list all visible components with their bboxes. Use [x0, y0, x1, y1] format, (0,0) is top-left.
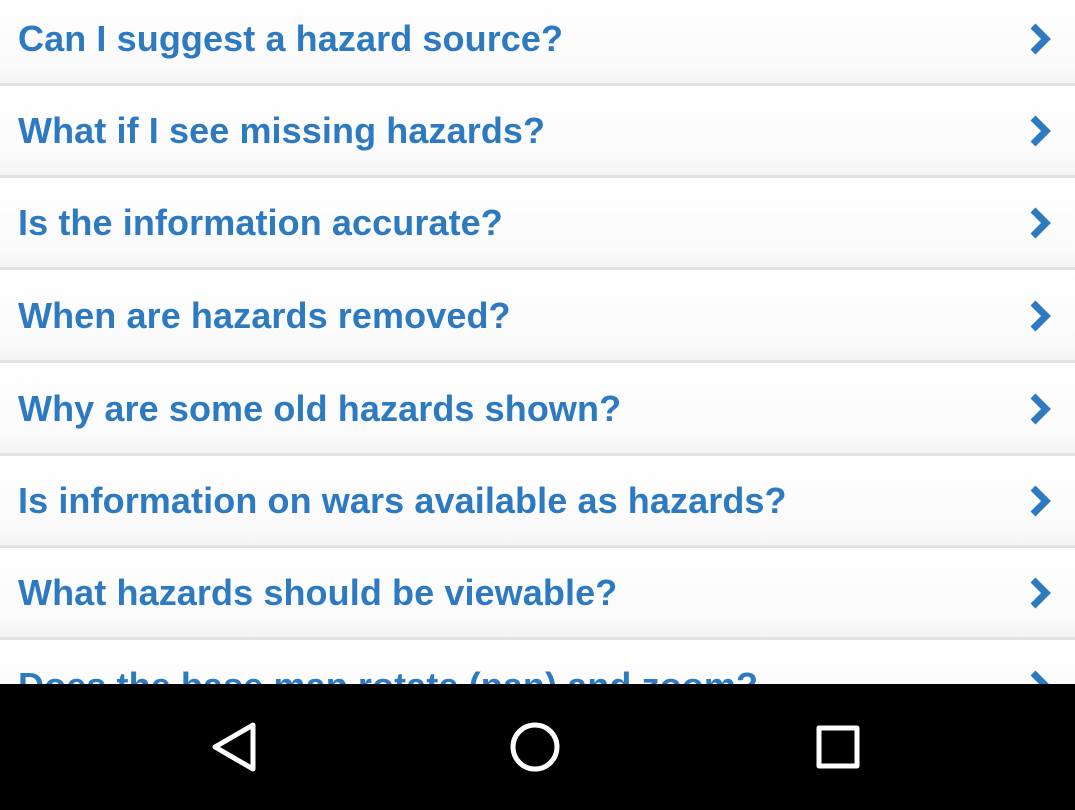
chevron-right-icon	[1025, 298, 1055, 334]
chevron-right-icon	[1025, 668, 1055, 684]
faq-item-old-hazards-shown[interactable]: Why are some old hazards shown?	[0, 364, 1075, 456]
faq-item-base-map-rotate-zoom[interactable]: Does the base map rotate (pan) and zoom?	[0, 641, 1075, 684]
faq-item-information-accurate[interactable]: Is the information accurate?	[0, 178, 1075, 270]
chevron-right-icon	[1025, 21, 1055, 57]
app-screen: Can I suggest a hazard source? What if I…	[0, 0, 1075, 810]
home-circle-icon[interactable]	[505, 717, 565, 777]
faq-item-label: Can I suggest a hazard source?	[18, 17, 564, 59]
chevron-right-icon	[1025, 483, 1055, 519]
faq-item-wars-as-hazards[interactable]: Is information on wars available as haza…	[0, 456, 1075, 548]
faq-item-label: Is the information accurate?	[18, 201, 503, 243]
recents-square-icon[interactable]	[808, 717, 868, 777]
system-navigation-bar	[0, 684, 1075, 810]
chevron-right-icon	[1025, 205, 1055, 241]
faq-item-label: Is information on wars available as haza…	[18, 479, 787, 521]
faq-item-label: Does the base map rotate (pan) and zoom?	[18, 665, 758, 685]
faq-item-label: What hazards should be viewable?	[18, 571, 618, 613]
chevron-right-icon	[1025, 391, 1055, 427]
faq-item-viewable-hazards[interactable]: What hazards should be viewable?	[0, 548, 1075, 640]
chevron-right-icon	[1025, 575, 1055, 611]
faq-item-hazards-removed[interactable]: When are hazards removed?	[0, 271, 1075, 363]
faq-item-suggest-hazard-source[interactable]: Can I suggest a hazard source?	[0, 0, 1075, 86]
faq-list: Can I suggest a hazard source? What if I…	[0, 0, 1075, 684]
chevron-right-icon	[1025, 113, 1055, 149]
faq-item-missing-hazards[interactable]: What if I see missing hazards?	[0, 86, 1075, 178]
back-triangle-icon[interactable]	[205, 717, 265, 777]
faq-item-label: Why are some old hazards shown?	[18, 387, 622, 429]
faq-item-label: What if I see missing hazards?	[18, 109, 546, 151]
faq-item-label: When are hazards removed?	[18, 294, 511, 336]
